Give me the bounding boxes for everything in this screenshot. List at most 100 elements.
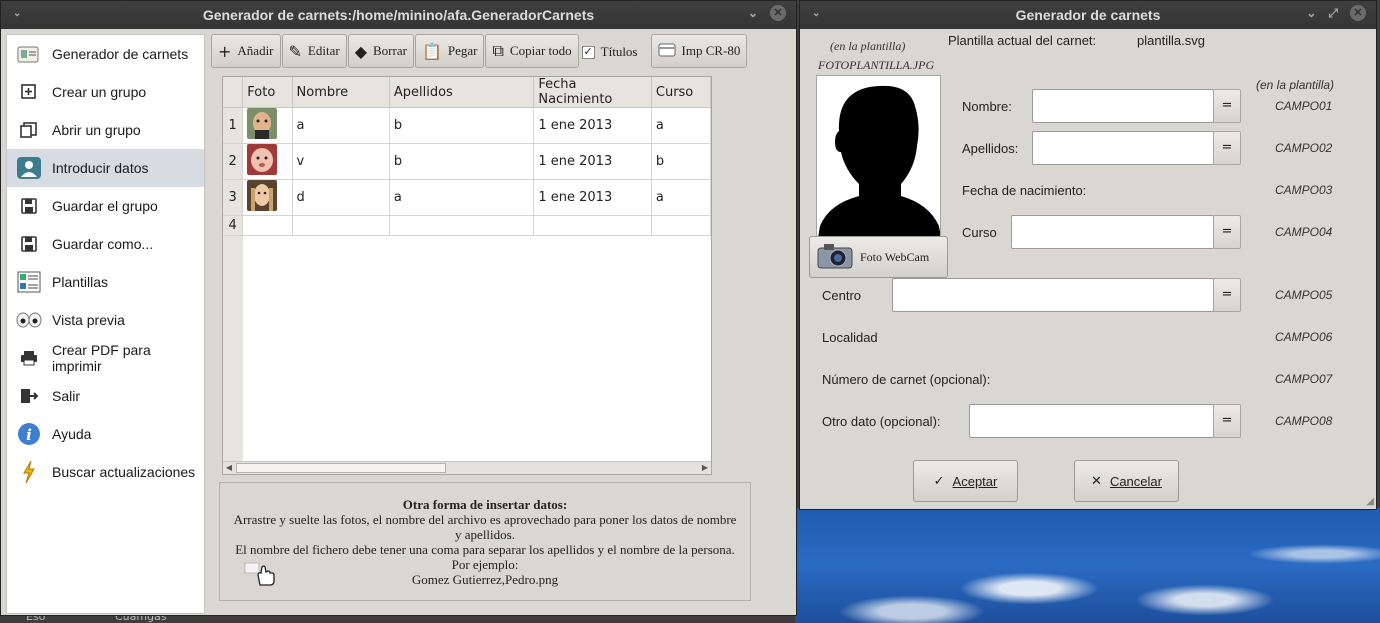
titles-label: Títulos (600, 44, 638, 59)
sidebar-item-plantillas[interactable]: Plantillas (7, 263, 204, 301)
webcam-photo-button[interactable]: Foto WebCam (809, 236, 948, 278)
campo-code: CAMPO02 (1275, 141, 1333, 155)
titles-toggle[interactable]: ✓ Títulos (580, 34, 648, 70)
plus-icon: + (218, 41, 232, 61)
template-value: plantilla.svg (1137, 33, 1205, 48)
cell-nombre[interactable]: d (292, 179, 390, 216)
table-row[interactable]: 1 a b 1 ene 2013 a (223, 107, 711, 144)
cell-nombre[interactable]: a (292, 107, 390, 144)
drag-drop-hint: Otra forma de insertar datos: Arrastre y… (219, 482, 751, 601)
edit-button[interactable]: ✎ Editar (281, 34, 347, 68)
curso-eq-button[interactable]: = (1213, 215, 1241, 249)
row-number[interactable]: 2 (223, 143, 244, 180)
maximize-icon[interactable]: ⤢ (1328, 6, 1338, 21)
cell-curso[interactable] (651, 215, 711, 236)
cell-apellidos[interactable]: b (389, 107, 535, 144)
centro-eq-button[interactable]: = (1213, 278, 1241, 312)
column-header[interactable]: Nombre (292, 77, 390, 108)
sidebar-item-crear-pdf[interactable]: Crear PDF para imprimir (7, 339, 204, 377)
app-logo-icon (16, 42, 42, 66)
row-number[interactable]: 4 (223, 215, 244, 236)
sidebar-item-introducir-datos[interactable]: Introducir datos (7, 149, 204, 187)
scroll-thumb[interactable] (236, 463, 446, 473)
scroll-right-icon[interactable]: ▶ (699, 462, 711, 474)
table-row[interactable]: 3 d a 1 ene 2013 a (223, 179, 711, 216)
photo-cell[interactable] (242, 215, 293, 236)
cell-fecha[interactable]: 1 ene 2013 (533, 107, 652, 144)
main-titlebar[interactable]: ⌄ Generador de carnets:/home/minino/afa.… (1, 1, 796, 29)
sidebar-item-guardar-como[interactable]: Guardar como... (7, 225, 204, 263)
otro-input[interactable] (969, 404, 1214, 438)
centro-input[interactable] (892, 278, 1214, 312)
horizontal-scrollbar[interactable]: ◀ ▶ (223, 461, 711, 474)
campo-code: CAMPO08 (1275, 414, 1333, 428)
print-card-button[interactable]: Imp CR-80 (650, 34, 748, 68)
cell-fecha[interactable]: 1 ene 2013 (533, 179, 652, 216)
column-header[interactable]: Fecha Nacimiento (533, 77, 652, 108)
sidebar-item-vista-previa[interactable]: Vista previa (7, 301, 204, 339)
column-header[interactable]: Curso (651, 77, 711, 108)
paste-button[interactable]: 📋 Pegar (414, 34, 485, 68)
sidebar-item-ayuda[interactable]: i Ayuda (7, 415, 204, 453)
cell-curso[interactable]: b (651, 143, 711, 180)
cancel-button[interactable]: ✕ Cancelar (1074, 460, 1179, 502)
scroll-left-icon[interactable]: ◀ (223, 462, 235, 474)
dialog-body: (en la plantilla) FOTOPLANTILLA.JPG Foto… (800, 29, 1376, 509)
table-row[interactable]: 4 (223, 215, 711, 236)
window-menu-icon[interactable]: ⌄ (13, 8, 21, 19)
row-number[interactable]: 3 (223, 179, 244, 216)
add-label: Añadir (237, 43, 274, 58)
resize-grip-icon[interactable]: ◢ (1366, 496, 1374, 507)
window-menu-icon[interactable]: ⌄ (812, 8, 820, 19)
column-header[interactable]: Apellidos (389, 77, 535, 108)
main-window-title: Generador de carnets:/home/minino/afa.Ge… (202, 7, 595, 23)
sidebar-item-buscar-actualizaciones[interactable]: Buscar actualizaciones (7, 453, 204, 491)
clipboard-icon: 📋 (421, 41, 442, 61)
sidebar-item-guardar-grupo[interactable]: Guardar el grupo (7, 187, 204, 225)
cell-nombre[interactable] (292, 215, 390, 236)
minimize-icon[interactable]: ⌄ (748, 6, 758, 20)
curso-input[interactable] (1011, 215, 1214, 249)
nombre-input[interactable] (1032, 89, 1214, 123)
cell-apellidos[interactable]: a (389, 179, 535, 216)
cell-fecha[interactable]: 1 ene 2013 (533, 143, 652, 180)
sidebar-item-salir[interactable]: Salir (7, 377, 204, 415)
close-icon[interactable]: ✕ (770, 5, 786, 21)
sidebar-item-abrir-grupo[interactable]: Abrir un grupo (7, 111, 204, 149)
sidebar-item-generador[interactable]: Generador de carnets (7, 35, 204, 73)
otro-eq-button[interactable]: = (1213, 404, 1241, 438)
table-row[interactable]: 2 v b 1 ene 2013 b (223, 143, 711, 180)
cell-curso[interactable]: a (651, 179, 711, 216)
cell-apellidos[interactable] (389, 215, 535, 236)
cell-curso[interactable]: a (651, 107, 711, 144)
sidebar-item-crear-grupo[interactable]: Crear un grupo (7, 73, 204, 111)
titles-checkbox[interactable]: ✓ (581, 45, 595, 59)
row-number[interactable]: 1 (223, 107, 244, 144)
dialog-titlebar[interactable]: ⌄ Generador de carnets ⌄ ⤢ ✕ (800, 1, 1376, 29)
column-header[interactable]: Foto (242, 77, 293, 108)
user-data-icon (16, 156, 42, 180)
data-table: Foto Nombre Apellidos Fecha Nacimiento C… (222, 76, 712, 475)
apellidos-eq-button[interactable]: = (1213, 131, 1241, 165)
close-icon[interactable]: ✕ (1350, 5, 1366, 21)
photo-cell[interactable] (242, 179, 293, 216)
apellidos-input[interactable] (1032, 131, 1214, 165)
add-button[interactable]: + Añadir (211, 34, 281, 68)
copy-all-button[interactable]: ⧉ Copiar todo (485, 34, 579, 68)
photo-preview[interactable] (816, 75, 941, 237)
cell-apellidos[interactable]: b (389, 143, 535, 180)
cell-fecha[interactable] (533, 215, 652, 236)
desktop-wallpaper (795, 508, 1380, 623)
nombre-eq-button[interactable]: = (1213, 89, 1241, 123)
minimize-icon[interactable]: ⌄ (1306, 6, 1316, 20)
delete-button[interactable]: ◆ Borrar (347, 34, 414, 68)
templates-icon (16, 270, 42, 294)
accept-button[interactable]: ✓ Aceptar (913, 460, 1018, 502)
photo-cell[interactable] (242, 143, 293, 180)
photo-cell[interactable] (242, 107, 293, 144)
cell-nombre[interactable]: v (292, 143, 390, 180)
photo-thumbnail (247, 144, 278, 175)
campo-code: CAMPO05 (1275, 288, 1333, 302)
in-template-header: (en la plantilla) (1256, 78, 1335, 92)
cancel-label: Cancelar (1109, 473, 1162, 489)
